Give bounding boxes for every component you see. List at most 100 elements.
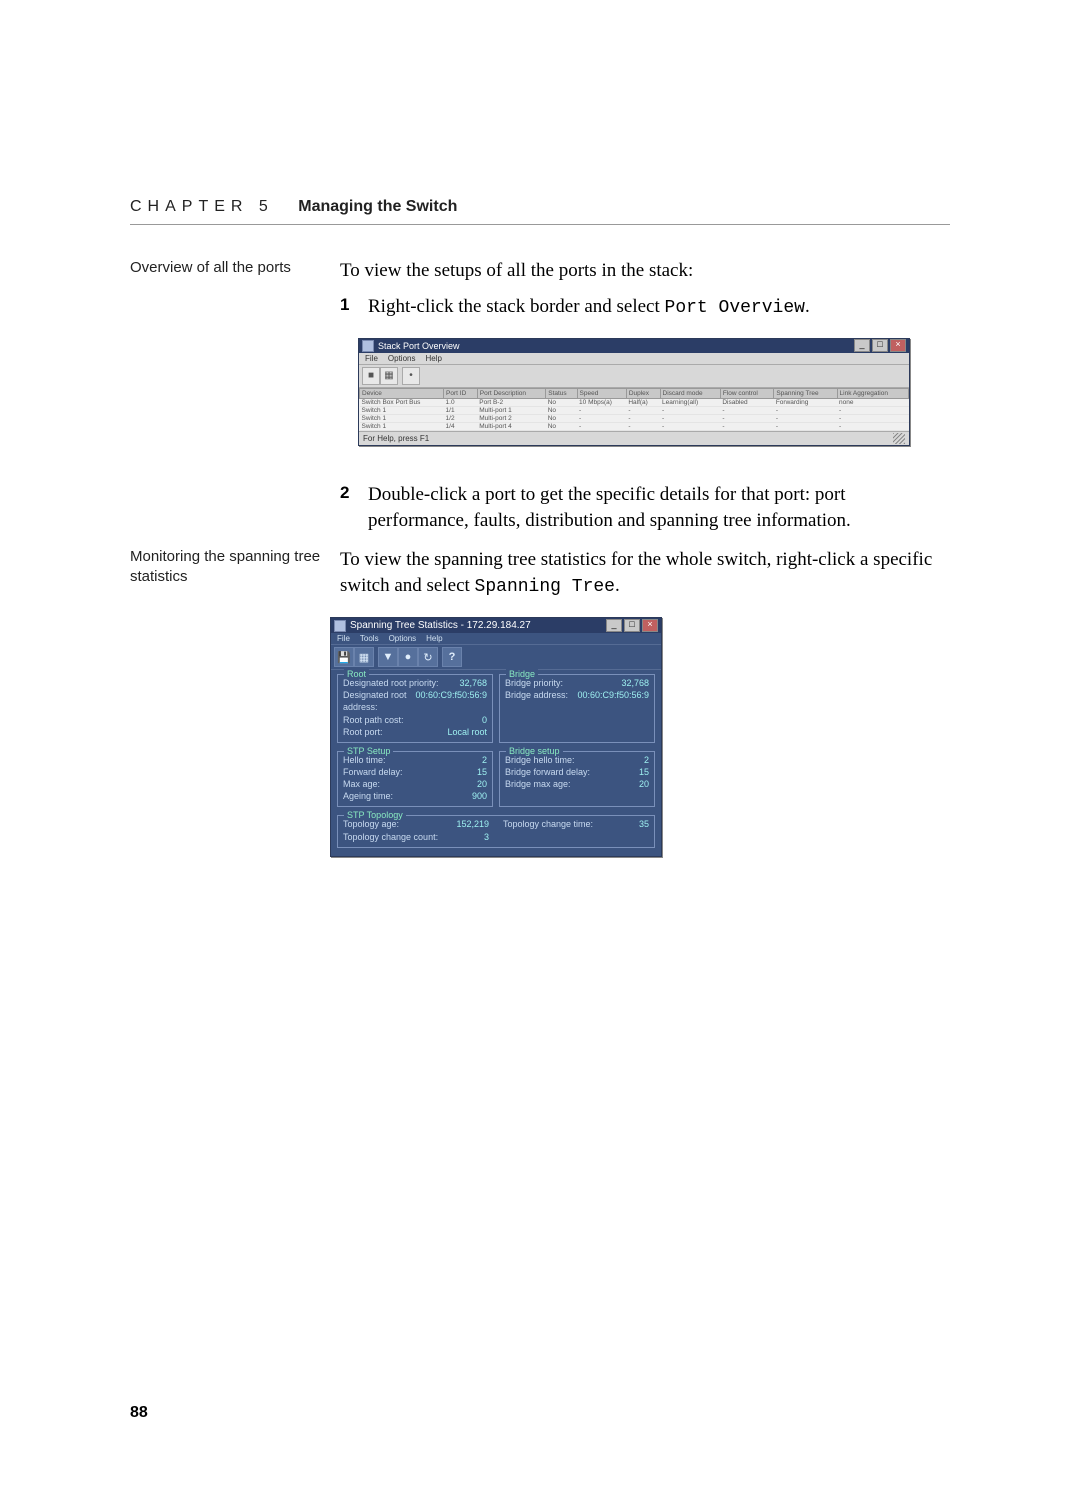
col-speed[interactable]: Speed (577, 388, 626, 398)
menu-item-help[interactable]: Help (425, 354, 441, 363)
label: Root path cost: (343, 714, 404, 726)
table-cell: - (577, 414, 626, 422)
paragraph: To view the spanning tree statistics for… (340, 547, 950, 599)
header-rule (130, 224, 950, 225)
window-titlebar[interactable]: Spanning Tree Statistics - 172.29.184.27… (331, 618, 661, 633)
table-row[interactable]: Switch 11/4Multi-port 4No------ (360, 422, 909, 430)
table-cell: No (546, 414, 577, 422)
col-lag[interactable]: Link Aggregation (837, 388, 908, 398)
maximize-button[interactable]: □ (624, 619, 640, 632)
refresh-icon[interactable]: ↻ (418, 647, 438, 667)
label: Topology change time: (503, 818, 593, 830)
col-port-id[interactable]: Port ID (444, 388, 478, 398)
margin-label-overview: Overview of all the ports (130, 258, 340, 278)
document-page: CHAPTER 5 Managing the Switch Overview o… (0, 0, 1080, 1492)
text: To view the spanning tree statistics for… (340, 549, 932, 596)
group-stp-setup: STP Setup Hello time:2 Forward delay:15 … (337, 751, 493, 808)
value: 20 (477, 778, 487, 790)
value: 20 (639, 778, 649, 790)
table-cell: No (546, 398, 577, 406)
window-title: Spanning Tree Statistics - 172.29.184.27 (350, 620, 606, 631)
resize-grip-icon[interactable] (893, 433, 905, 444)
close-button[interactable]: × (890, 339, 906, 352)
table-cell: Forwarding (774, 398, 837, 406)
save-icon[interactable]: 💾 (334, 647, 354, 667)
table-cell: - (837, 406, 908, 414)
close-button[interactable]: × (642, 619, 658, 632)
col-flow[interactable]: Flow control (720, 388, 774, 398)
stop-icon[interactable]: ● (398, 647, 418, 667)
app-icon (362, 340, 374, 352)
code-literal: Spanning Tree (475, 577, 615, 597)
menu-item-file[interactable]: File (337, 634, 350, 643)
col-port-desc[interactable]: Port Description (477, 388, 545, 398)
value: 0 (482, 714, 487, 726)
value: 152,219 (456, 818, 489, 830)
grid-icon[interactable]: ▦ (380, 367, 398, 385)
table-cell: - (660, 414, 720, 422)
table-cell: - (626, 414, 660, 422)
filter-icon[interactable]: ▼ (378, 647, 398, 667)
window-titlebar[interactable]: Stack Port Overview _ □ × (359, 339, 909, 353)
col-device[interactable]: Device (360, 388, 444, 398)
table-cell: - (626, 422, 660, 430)
table-cell: - (837, 414, 908, 422)
table-cell: Port B-2 (477, 398, 545, 406)
margin-label-monitoring: Monitoring the spanning tree statistics (130, 547, 340, 588)
step-text: Double-click a port to get the specific … (368, 482, 950, 533)
table-cell: - (720, 406, 774, 414)
table-cell: No (546, 406, 577, 414)
help-icon[interactable]: ? (442, 647, 462, 667)
col-duplex[interactable]: Duplex (626, 388, 660, 398)
label: Max age: (343, 778, 380, 790)
figure-port-overview: Stack Port Overview _ □ × File Options H… (358, 338, 950, 446)
maximize-button[interactable]: □ (872, 339, 888, 352)
label: Topology change count: (343, 831, 438, 843)
spanning-tree-window: Spanning Tree Statistics - 172.29.184.27… (330, 617, 662, 857)
grid-icon[interactable]: ▦ (354, 647, 374, 667)
table-cell: Switch Box Port Bus (360, 398, 444, 406)
menu-item-options[interactable]: Options (389, 634, 417, 643)
col-status[interactable]: Status (546, 388, 577, 398)
label: Ageing time: (343, 790, 393, 802)
menu-bar: File Options Help (359, 353, 909, 365)
value: 3 (484, 831, 489, 843)
menu-item-tools[interactable]: Tools (360, 634, 379, 643)
paragraph: To view the setups of all the ports in t… (340, 258, 950, 284)
col-stp[interactable]: Spanning Tree (774, 388, 837, 398)
label: Bridge max age: (505, 778, 571, 790)
table-row[interactable]: Switch Box Port Bus1.0Port B-2No10 Mbps(… (360, 398, 909, 406)
chapter-header: CHAPTER 5 Managing the Switch (130, 198, 950, 216)
col-discard[interactable]: Discard mode (660, 388, 720, 398)
status-text: For Help, press F1 (363, 434, 429, 443)
table-row[interactable]: Switch 11/1Multi-port 1No------ (360, 406, 909, 414)
chapter-title: Managing the Switch (298, 198, 457, 215)
text: . (805, 296, 810, 317)
code-literal: Port Overview (665, 298, 805, 318)
menu-item-options[interactable]: Options (388, 354, 416, 363)
menu-item-help[interactable]: Help (426, 634, 442, 643)
chapter-prefix: CHAPTER 5 (130, 198, 274, 215)
table-cell: Disabled (720, 398, 774, 406)
value: 2 (482, 754, 487, 766)
group-title: STP Topology (344, 810, 406, 820)
toolbar: ■ ▦ • (359, 365, 909, 388)
minimize-button[interactable]: _ (854, 339, 870, 352)
minimize-button[interactable]: _ (606, 619, 622, 632)
table-cell: 10 Mbps(a) (577, 398, 626, 406)
table-cell: - (720, 422, 774, 430)
value: 35 (639, 818, 649, 830)
dot-icon[interactable]: • (402, 367, 420, 385)
table-cell: - (577, 422, 626, 430)
value: 00:60:C9:f50:56:9 (415, 689, 487, 713)
table-cell: - (774, 414, 837, 422)
menu-item-file[interactable]: File (365, 354, 378, 363)
group-bridge-setup: Bridge setup Bridge hello time:2 Bridge … (499, 751, 655, 808)
step-text: Right-click the stack border and select … (368, 294, 950, 320)
group-root: Root Designated root priority:32,768 Des… (337, 674, 493, 743)
table-cell: Half(a) (626, 398, 660, 406)
table-cell: none (837, 398, 908, 406)
table-row[interactable]: Switch 11/2Multi-port 2No------ (360, 414, 909, 422)
table-cell: Switch 1 (360, 414, 444, 422)
save-icon[interactable]: ■ (362, 367, 380, 385)
